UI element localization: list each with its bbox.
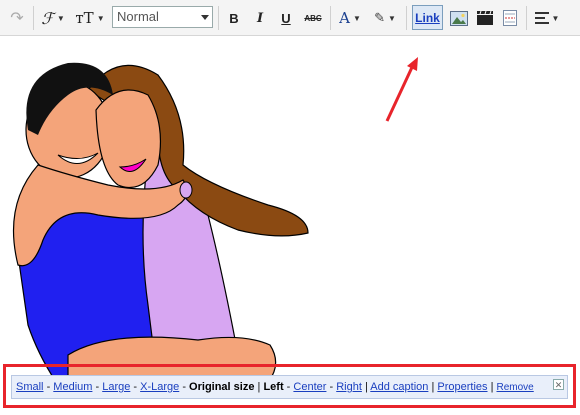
chevron-down-icon: ▼ (551, 13, 560, 23)
chevron-down-icon: ▼ (387, 13, 396, 23)
bold-button[interactable]: B (224, 7, 244, 29)
size-original-selected: Original size (189, 381, 255, 393)
chevron-down-icon: ▼ (96, 13, 105, 23)
size-large-link[interactable]: Large (102, 381, 130, 393)
font-size-button[interactable]: ᴛT ▼ (74, 7, 106, 29)
highlight-color-button[interactable]: ✎ ▼ (370, 7, 400, 29)
toolbar-separator (218, 6, 219, 30)
toolbar-separator (330, 6, 331, 30)
add-caption-link[interactable]: Add caption (370, 381, 428, 393)
separator-dash: - (326, 381, 337, 393)
toolbar-separator (406, 6, 407, 30)
alignment-button[interactable]: ▼ (532, 7, 562, 29)
paragraph-style-select[interactable]: Normal (112, 6, 213, 28)
font-family-button[interactable]: ℱ ▼ (38, 7, 68, 29)
italic-icon: I (256, 10, 264, 26)
paragraph-style-value: Normal (117, 9, 159, 24)
chevron-down-icon (201, 15, 209, 20)
insert-image-button[interactable] (448, 7, 470, 29)
toolbar-separator (33, 6, 34, 30)
size-small-link[interactable]: Small (16, 381, 44, 393)
strikethrough-icon: ABC (304, 13, 322, 23)
text-color-icon: A (339, 9, 350, 27)
link-button[interactable]: Link (412, 5, 443, 30)
red-arrow-annotation (385, 57, 418, 122)
size-medium-link[interactable]: Medium (53, 381, 92, 393)
font-family-icon: ℱ (41, 8, 54, 28)
highlight-color-icon: ✎ (374, 10, 385, 25)
italic-button[interactable]: I (250, 7, 270, 29)
separator-dash: - (92, 381, 103, 393)
chevron-down-icon: ▼ (352, 13, 361, 23)
strikethrough-button[interactable]: ABC (302, 7, 324, 29)
remove-link[interactable]: Remove (497, 382, 534, 393)
underline-icon: U (281, 10, 291, 26)
font-size-icon: ᴛT (75, 9, 94, 27)
insert-video-button[interactable] (474, 7, 496, 29)
close-icon[interactable]: ✕ (553, 379, 564, 390)
align-center-link[interactable]: Center (293, 381, 326, 393)
align-left-selected: Left (263, 381, 284, 393)
video-icon (477, 10, 493, 25)
text-color-button[interactable]: A ▼ (336, 7, 364, 29)
redo-icon[interactable]: ↷ (6, 7, 28, 29)
separator-dash: - (130, 381, 141, 393)
image-options-bar: Small - Medium - Large - X-Large - Origi… (11, 375, 568, 399)
bold-icon: B (229, 10, 239, 26)
couple-hug-illustration[interactable] (8, 55, 328, 385)
editor-toolbar: ↷ ℱ ▼ ᴛT ▼ Normal B I U ABC A ▼ ✎ ▼ Link ▼ (0, 0, 580, 36)
separator-dash: - (43, 381, 54, 393)
separator-dash: - (283, 381, 294, 393)
size-xlarge-link[interactable]: X-Large (140, 381, 179, 393)
separator-dash: - (179, 381, 190, 393)
chevron-down-icon: ▼ (56, 13, 65, 23)
jump-break-icon (503, 10, 517, 26)
toolbar-separator (526, 6, 527, 30)
insert-jump-break-button[interactable] (499, 7, 521, 29)
align-icon (534, 12, 549, 24)
properties-link[interactable]: Properties (437, 381, 487, 393)
link-label: Link (415, 10, 440, 25)
image-icon (450, 10, 468, 26)
underline-button[interactable]: U (276, 7, 296, 29)
align-right-link[interactable]: Right (336, 381, 362, 393)
separator-pipe: | (487, 381, 497, 393)
editor-content-area[interactable] (0, 37, 580, 415)
